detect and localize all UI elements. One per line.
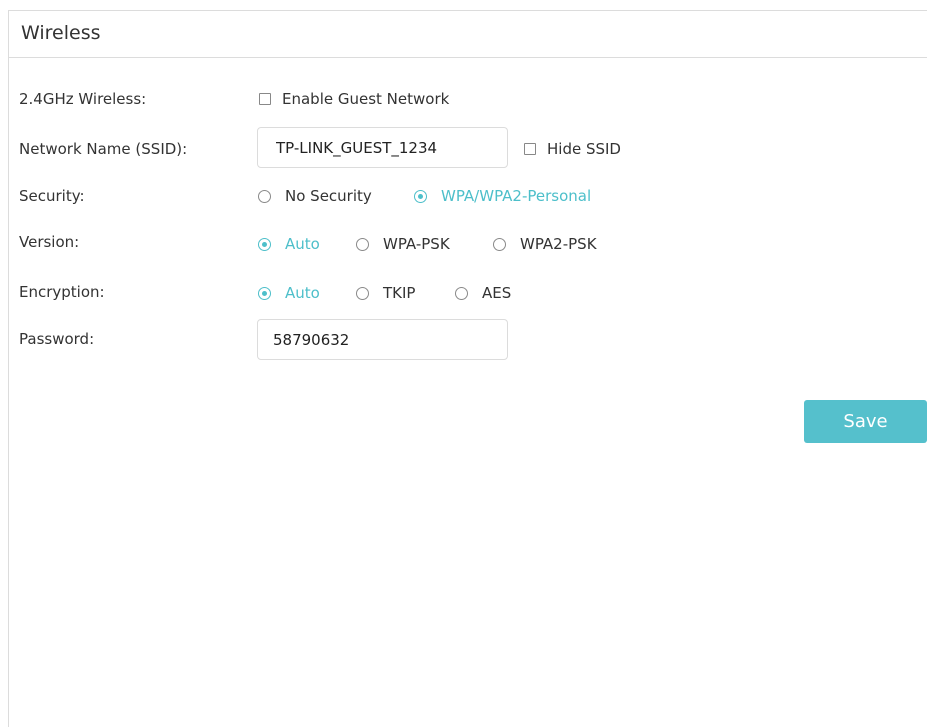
wireless-panel: Wireless (8, 10, 927, 727)
save-button[interactable]: Save (804, 400, 927, 443)
ssid-label: Network Name (SSID): (19, 140, 188, 158)
encryption-auto-radio[interactable]: Auto (258, 284, 320, 302)
security-label: Security: (19, 187, 85, 205)
encryption-aes-radio[interactable]: AES (455, 284, 511, 302)
radio-label: No Security (285, 187, 372, 205)
encryption-label: Encryption: (19, 283, 105, 301)
hide-ssid-checkbox[interactable]: Hide SSID (524, 140, 621, 158)
hide-ssid-label: Hide SSID (547, 140, 621, 158)
version-auto-radio[interactable]: Auto (258, 235, 320, 253)
radio-label: Auto (285, 235, 320, 253)
version-wpa-psk-radio[interactable]: WPA-PSK (356, 235, 450, 253)
radio-label: Auto (285, 284, 320, 302)
radio-circle-selected[interactable] (258, 286, 271, 300)
radio-circle[interactable] (356, 237, 369, 251)
radio-circle[interactable] (258, 189, 271, 203)
radio-circle[interactable] (493, 237, 506, 251)
panel-title: Wireless (21, 22, 101, 44)
ssid-input[interactable] (257, 127, 508, 168)
encryption-tkip-radio[interactable]: TKIP (356, 284, 415, 302)
band-label: 2.4GHz Wireless: (19, 90, 147, 108)
enable-guest-network-label: Enable Guest Network (282, 90, 450, 108)
password-input[interactable] (257, 319, 508, 360)
title-divider (9, 57, 927, 58)
security-no-security-radio[interactable]: No Security (258, 187, 372, 205)
version-label: Version: (19, 233, 80, 251)
password-label: Password: (19, 330, 95, 348)
radio-circle-selected[interactable] (414, 189, 427, 203)
radio-label: AES (482, 284, 512, 302)
security-wpa-personal-radio[interactable]: WPA/WPA2-Personal (414, 187, 591, 205)
radio-label: WPA/WPA2-Personal (441, 187, 592, 205)
radio-circle[interactable] (356, 286, 369, 300)
checkbox-box[interactable] (524, 143, 536, 155)
checkbox-box[interactable] (259, 93, 271, 105)
version-wpa2-psk-radio[interactable]: WPA2-PSK (493, 235, 597, 253)
radio-label: TKIP (383, 284, 416, 302)
enable-guest-network-checkbox[interactable]: Enable Guest Network (259, 90, 449, 108)
radio-label: WPA-PSK (383, 235, 450, 253)
radio-circle[interactable] (455, 286, 468, 300)
radio-label: WPA2-PSK (520, 235, 597, 253)
radio-circle-selected[interactable] (258, 237, 271, 251)
